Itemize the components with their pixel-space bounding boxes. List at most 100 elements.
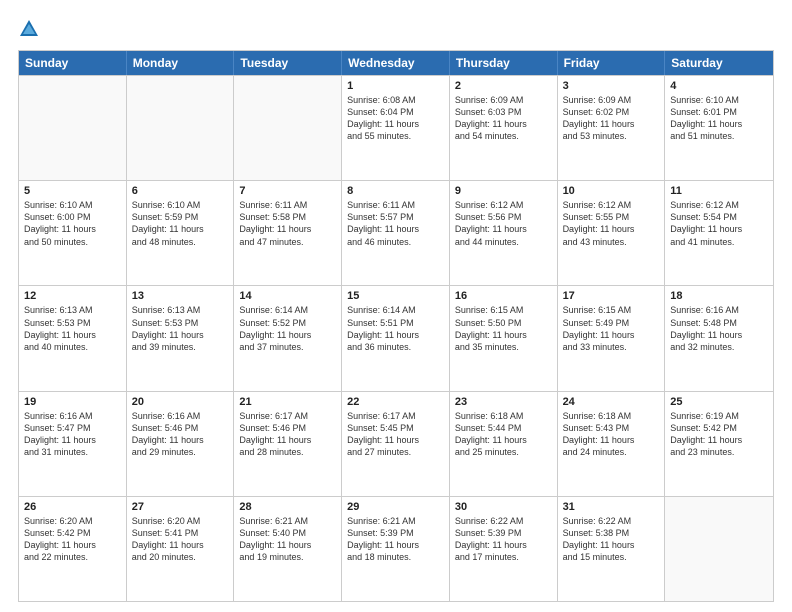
day-number: 9	[455, 185, 552, 197]
calendar-cell: 11 Sunrise: 6:12 AM Sunset: 5:54 PM Dayli…	[665, 181, 773, 285]
calendar-cell: 17 Sunrise: 6:15 AM Sunset: 5:49 PM Dayli…	[558, 286, 666, 390]
logo	[18, 18, 43, 40]
day-number: 14	[239, 290, 336, 302]
calendar-cell: 21 Sunrise: 6:17 AM Sunset: 5:46 PM Dayli…	[234, 392, 342, 496]
day-number: 18	[670, 290, 768, 302]
day-number: 24	[563, 396, 660, 408]
cell-info: Sunrise: 6:13 AM Sunset: 5:53 PM Dayligh…	[24, 304, 121, 353]
cell-info: Sunrise: 6:22 AM Sunset: 5:38 PM Dayligh…	[563, 515, 660, 564]
calendar-cell: 6Sunrise: 6:10 AM Sunset: 5:59 PM Daylig…	[127, 181, 235, 285]
calendar-cell	[665, 497, 773, 601]
cell-info: Sunrise: 6:19 AM Sunset: 5:42 PM Dayligh…	[670, 410, 768, 459]
day-number: 3	[563, 80, 660, 92]
cell-info: Sunrise: 6:11 AM Sunset: 5:58 PM Dayligh…	[239, 199, 336, 248]
cell-info: Sunrise: 6:12 AM Sunset: 5:54 PM Dayligh…	[670, 199, 768, 248]
day-number: 17	[563, 290, 660, 302]
cell-info: Sunrise: 6:16 AM Sunset: 5:46 PM Dayligh…	[132, 410, 229, 459]
day-number: 1	[347, 80, 444, 92]
calendar-cell: 30 Sunrise: 6:22 AM Sunset: 5:39 PM Dayli…	[450, 497, 558, 601]
calendar-row: 12 Sunrise: 6:13 AM Sunset: 5:53 PM Dayli…	[19, 285, 773, 390]
cell-info: Sunrise: 6:09 AM Sunset: 6:03 PM Dayligh…	[455, 94, 552, 143]
weekday-header: Saturday	[665, 51, 773, 75]
calendar-cell: 12 Sunrise: 6:13 AM Sunset: 5:53 PM Dayli…	[19, 286, 127, 390]
cell-info: Sunrise: 6:14 AM Sunset: 5:52 PM Dayligh…	[239, 304, 336, 353]
cell-info: Sunrise: 6:15 AM Sunset: 5:49 PM Dayligh…	[563, 304, 660, 353]
cell-info: Sunrise: 6:21 AM Sunset: 5:40 PM Dayligh…	[239, 515, 336, 564]
calendar-cell: 22 Sunrise: 6:17 AM Sunset: 5:45 PM Dayli…	[342, 392, 450, 496]
cell-info: Sunrise: 6:15 AM Sunset: 5:50 PM Dayligh…	[455, 304, 552, 353]
calendar-cell: 27 Sunrise: 6:20 AM Sunset: 5:41 PM Dayli…	[127, 497, 235, 601]
calendar-cell: 31 Sunrise: 6:22 AM Sunset: 5:38 PM Dayli…	[558, 497, 666, 601]
calendar-cell: 7 Sunrise: 6:11 AM Sunset: 5:58 PM Daylig…	[234, 181, 342, 285]
calendar-cell: 26 Sunrise: 6:20 AM Sunset: 5:42 PM Dayli…	[19, 497, 127, 601]
calendar-cell: 19 Sunrise: 6:16 AM Sunset: 5:47 PM Dayli…	[19, 392, 127, 496]
day-number: 13	[132, 290, 229, 302]
calendar-cell: 10Sunrise: 6:12 AM Sunset: 5:55 PM Dayli…	[558, 181, 666, 285]
day-number: 22	[347, 396, 444, 408]
day-number: 7	[239, 185, 336, 197]
calendar-cell: 2 Sunrise: 6:09 AM Sunset: 6:03 PM Daylig…	[450, 76, 558, 180]
weekday-header: Monday	[127, 51, 235, 75]
day-number: 2	[455, 80, 552, 92]
calendar-cell: 20 Sunrise: 6:16 AM Sunset: 5:46 PM Dayli…	[127, 392, 235, 496]
day-number: 4	[670, 80, 768, 92]
calendar-cell: 25 Sunrise: 6:19 AM Sunset: 5:42 PM Dayli…	[665, 392, 773, 496]
cell-info: Sunrise: 6:09 AM Sunset: 6:02 PM Dayligh…	[563, 94, 660, 143]
calendar-row: 1 Sunrise: 6:08 AM Sunset: 6:04 PM Daylig…	[19, 75, 773, 180]
cell-info: Sunrise: 6:17 AM Sunset: 5:46 PM Dayligh…	[239, 410, 336, 459]
day-number: 12	[24, 290, 121, 302]
calendar-cell: 29 Sunrise: 6:21 AM Sunset: 5:39 PM Dayli…	[342, 497, 450, 601]
day-number: 20	[132, 396, 229, 408]
cell-info: Sunrise: 6:12 AM Sunset: 5:56 PM Dayligh…	[455, 199, 552, 248]
cell-info: Sunrise: 6:10 AM Sunset: 6:00 PM Dayligh…	[24, 199, 121, 248]
calendar-cell: 15 Sunrise: 6:14 AM Sunset: 5:51 PM Dayli…	[342, 286, 450, 390]
cell-info: Sunrise: 6:08 AM Sunset: 6:04 PM Dayligh…	[347, 94, 444, 143]
day-number: 30	[455, 501, 552, 513]
day-number: 21	[239, 396, 336, 408]
calendar-cell: 24 Sunrise: 6:18 AM Sunset: 5:43 PM Dayli…	[558, 392, 666, 496]
day-number: 11	[670, 185, 768, 197]
day-number: 29	[347, 501, 444, 513]
day-number: 28	[239, 501, 336, 513]
header	[18, 18, 774, 40]
calendar-cell: 1 Sunrise: 6:08 AM Sunset: 6:04 PM Daylig…	[342, 76, 450, 180]
cell-info: Sunrise: 6:11 AM Sunset: 5:57 PM Dayligh…	[347, 199, 444, 248]
day-number: 23	[455, 396, 552, 408]
cell-info: Sunrise: 6:13 AM Sunset: 5:53 PM Dayligh…	[132, 304, 229, 353]
logo-icon	[18, 18, 40, 40]
day-number: 10	[563, 185, 660, 197]
day-number: 27	[132, 501, 229, 513]
cell-info: Sunrise: 6:21 AM Sunset: 5:39 PM Dayligh…	[347, 515, 444, 564]
cell-info: Sunrise: 6:18 AM Sunset: 5:43 PM Dayligh…	[563, 410, 660, 459]
cell-info: Sunrise: 6:16 AM Sunset: 5:47 PM Dayligh…	[24, 410, 121, 459]
weekday-header: Sunday	[19, 51, 127, 75]
day-number: 19	[24, 396, 121, 408]
day-number: 6	[132, 185, 229, 197]
calendar-cell: 4 Sunrise: 6:10 AM Sunset: 6:01 PM Daylig…	[665, 76, 773, 180]
calendar: SundayMondayTuesdayWednesdayThursdayFrid…	[18, 50, 774, 602]
calendar-cell: 5Sunrise: 6:10 AM Sunset: 6:00 PM Daylig…	[19, 181, 127, 285]
cell-info: Sunrise: 6:20 AM Sunset: 5:42 PM Dayligh…	[24, 515, 121, 564]
calendar-row: 5Sunrise: 6:10 AM Sunset: 6:00 PM Daylig…	[19, 180, 773, 285]
calendar-cell: 28 Sunrise: 6:21 AM Sunset: 5:40 PM Dayli…	[234, 497, 342, 601]
day-number: 15	[347, 290, 444, 302]
day-number: 25	[670, 396, 768, 408]
calendar-cell: 23Sunrise: 6:18 AM Sunset: 5:44 PM Dayli…	[450, 392, 558, 496]
calendar-cell: 16 Sunrise: 6:15 AM Sunset: 5:50 PM Dayli…	[450, 286, 558, 390]
day-number: 16	[455, 290, 552, 302]
cell-info: Sunrise: 6:17 AM Sunset: 5:45 PM Dayligh…	[347, 410, 444, 459]
cell-info: Sunrise: 6:22 AM Sunset: 5:39 PM Dayligh…	[455, 515, 552, 564]
calendar-cell: 3 Sunrise: 6:09 AM Sunset: 6:02 PM Daylig…	[558, 76, 666, 180]
weekday-header: Thursday	[450, 51, 558, 75]
cell-info: Sunrise: 6:20 AM Sunset: 5:41 PM Dayligh…	[132, 515, 229, 564]
calendar-body: 1 Sunrise: 6:08 AM Sunset: 6:04 PM Daylig…	[19, 75, 773, 601]
day-number: 26	[24, 501, 121, 513]
cell-info: Sunrise: 6:14 AM Sunset: 5:51 PM Dayligh…	[347, 304, 444, 353]
weekday-header: Tuesday	[234, 51, 342, 75]
calendar-cell: 13 Sunrise: 6:13 AM Sunset: 5:53 PM Dayli…	[127, 286, 235, 390]
calendar-cell: 8Sunrise: 6:11 AM Sunset: 5:57 PM Daylig…	[342, 181, 450, 285]
calendar-cell: 14 Sunrise: 6:14 AM Sunset: 5:52 PM Dayli…	[234, 286, 342, 390]
calendar-cell: 9 Sunrise: 6:12 AM Sunset: 5:56 PM Daylig…	[450, 181, 558, 285]
cell-info: Sunrise: 6:10 AM Sunset: 6:01 PM Dayligh…	[670, 94, 768, 143]
day-number: 31	[563, 501, 660, 513]
